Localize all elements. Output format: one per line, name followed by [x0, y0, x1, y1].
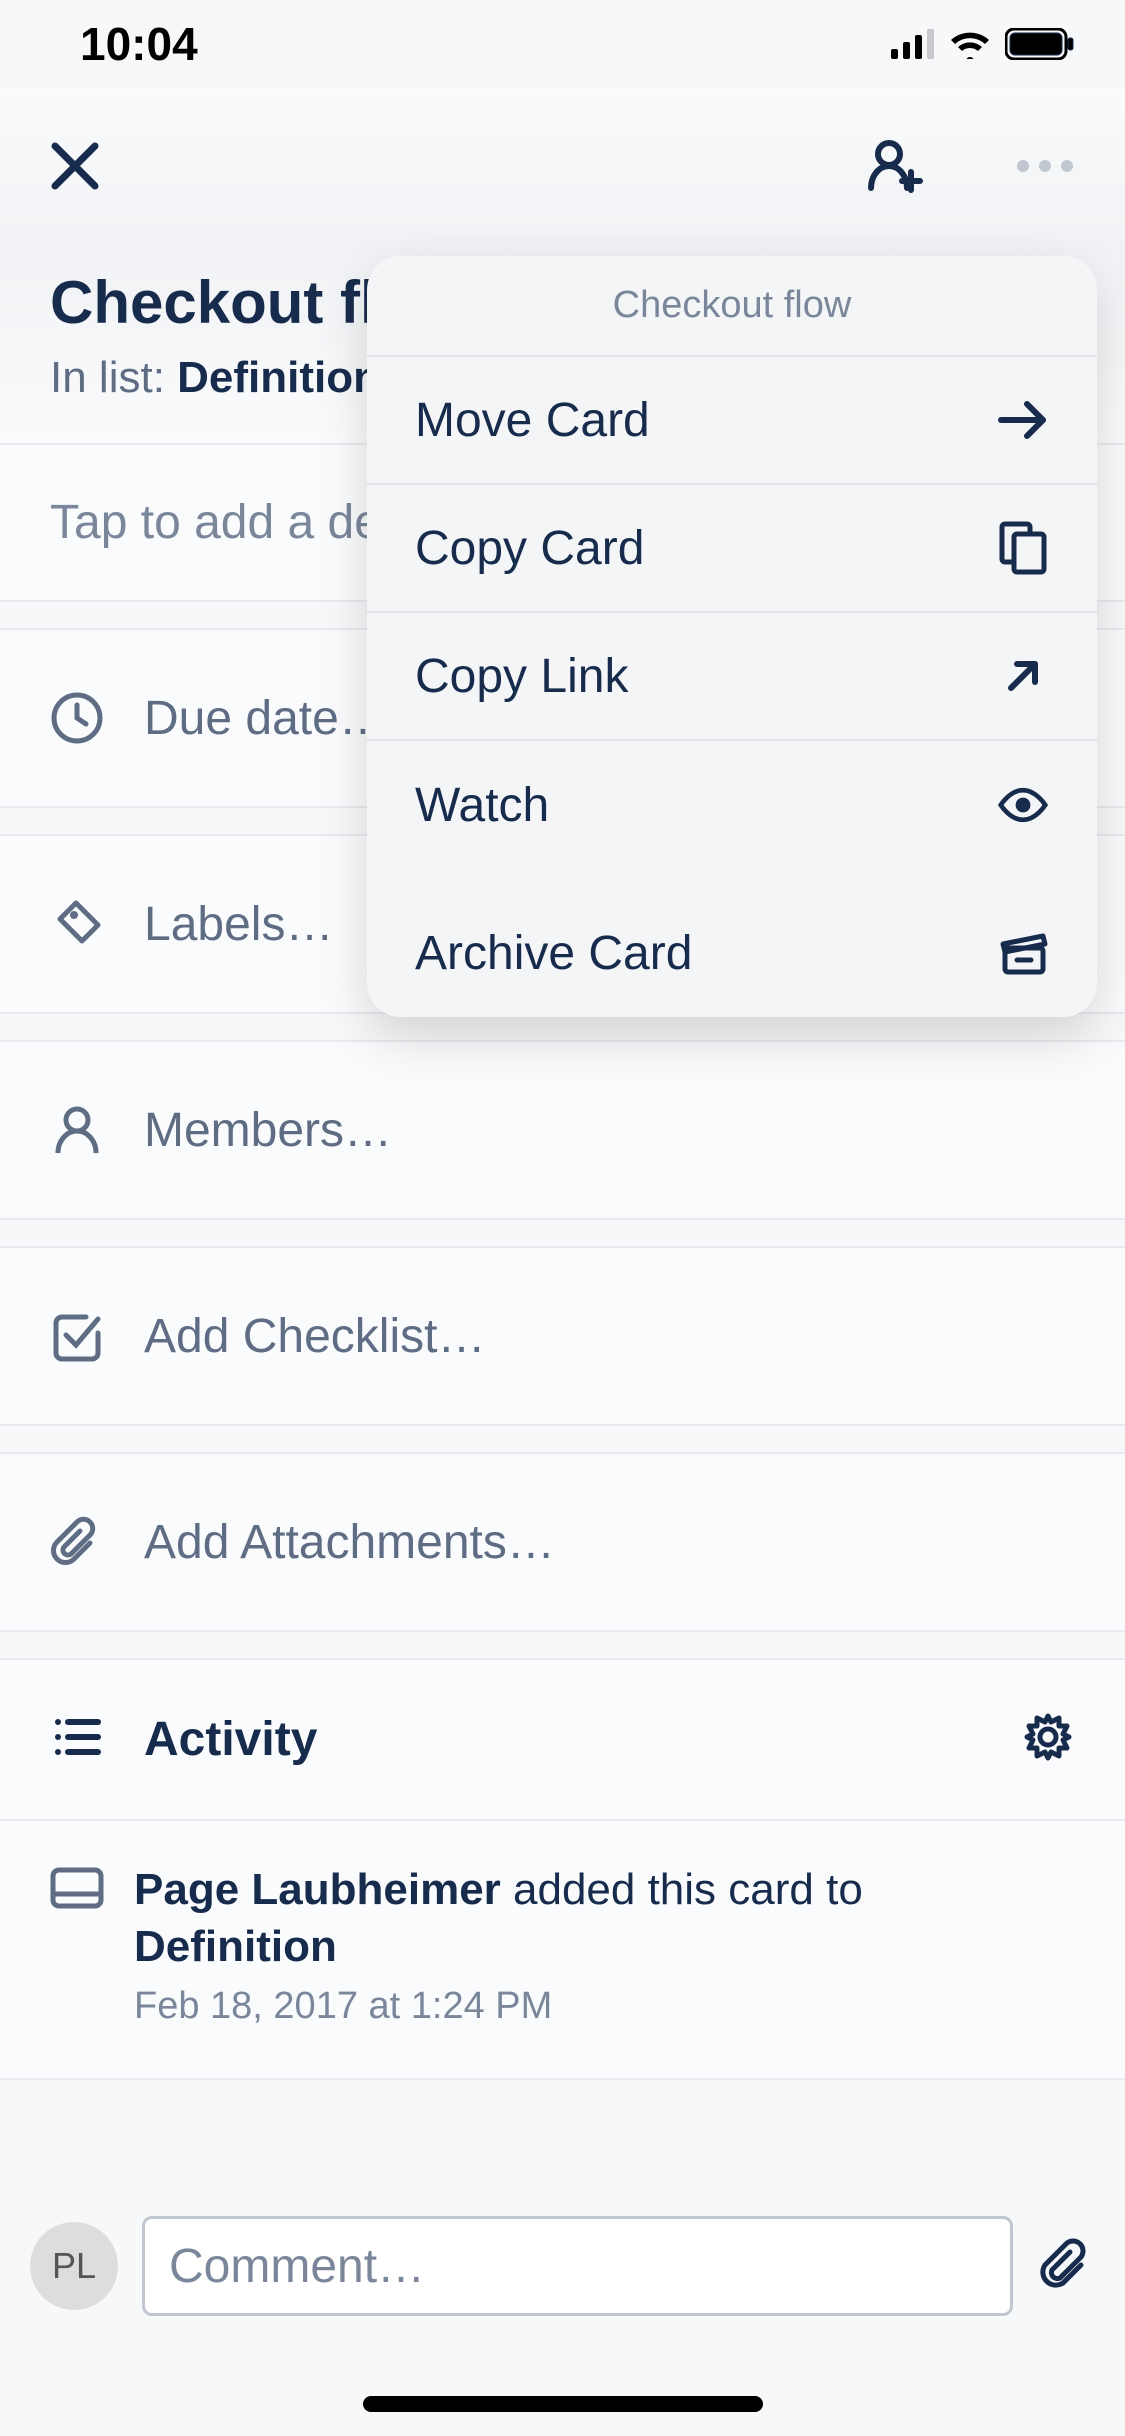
checklist-row[interactable]: Add Checklist…: [0, 1246, 1125, 1426]
close-icon[interactable]: [50, 141, 100, 196]
copy-card-label: Copy Card: [415, 521, 644, 576]
watch-label: Watch: [415, 778, 549, 833]
card-icon: [50, 1867, 104, 1921]
archive-icon: [997, 927, 1049, 979]
copy-icon: [997, 522, 1049, 574]
archive-card-label: Archive Card: [415, 926, 692, 981]
checklist-label: Add Checklist…: [144, 1309, 485, 1364]
move-card-item[interactable]: Move Card: [367, 357, 1097, 485]
attachments-row[interactable]: Add Attachments…: [0, 1452, 1125, 1632]
battery-icon: [1005, 28, 1075, 60]
comment-input[interactable]: Comment…: [142, 2216, 1013, 2316]
activity-text: Page Laubheimer added this card to Defin…: [134, 1861, 1075, 1975]
copy-link-item[interactable]: Copy Link: [367, 613, 1097, 741]
add-member-icon[interactable]: [865, 136, 925, 201]
activity-heading-row: Activity: [0, 1658, 1125, 1819]
due-date-label: Due date…: [144, 691, 387, 746]
activity-entry: Page Laubheimer added this card to Defin…: [0, 1819, 1125, 2080]
wifi-icon: [949, 29, 991, 59]
card-actions-popover: Checkout flow Move Card Copy Card Copy L…: [367, 256, 1097, 1017]
archive-card-item[interactable]: Archive Card: [367, 889, 1097, 1017]
comment-bar: PL Comment…: [0, 2216, 1125, 2316]
arrow-right-icon: [997, 394, 1049, 446]
labels-label: Labels…: [144, 897, 333, 952]
home-indicator: [363, 2396, 763, 2412]
members-row[interactable]: Members…: [0, 1040, 1125, 1220]
attach-icon[interactable]: [1037, 2235, 1095, 2298]
clock-icon: [50, 691, 104, 745]
activity-icon: [50, 1710, 104, 1769]
cellular-icon: [891, 29, 935, 59]
nav-bar: [0, 88, 1125, 248]
activity-time: Feb 18, 2017 at 1:24 PM: [134, 1985, 1075, 2028]
arrow-up-right-icon: [997, 650, 1049, 702]
tag-icon: [50, 897, 104, 951]
avatar[interactable]: PL: [30, 2222, 118, 2310]
status-icons: [891, 28, 1075, 60]
move-card-label: Move Card: [415, 393, 650, 448]
gear-icon[interactable]: [1021, 1710, 1075, 1769]
person-icon: [50, 1103, 104, 1157]
watch-item[interactable]: Watch: [367, 741, 1097, 869]
attachments-label: Add Attachments…: [144, 1515, 555, 1570]
status-bar: 10:04: [0, 0, 1125, 88]
popover-title: Checkout flow: [367, 256, 1097, 357]
activity-heading: Activity: [144, 1712, 981, 1767]
members-label: Members…: [144, 1103, 392, 1158]
paperclip-icon: [50, 1515, 104, 1569]
copy-link-label: Copy Link: [415, 649, 628, 704]
status-time: 10:04: [80, 17, 198, 71]
eye-icon: [997, 779, 1049, 831]
copy-card-item[interactable]: Copy Card: [367, 485, 1097, 613]
more-icon[interactable]: [1015, 159, 1075, 178]
checkbox-icon: [50, 1309, 104, 1363]
